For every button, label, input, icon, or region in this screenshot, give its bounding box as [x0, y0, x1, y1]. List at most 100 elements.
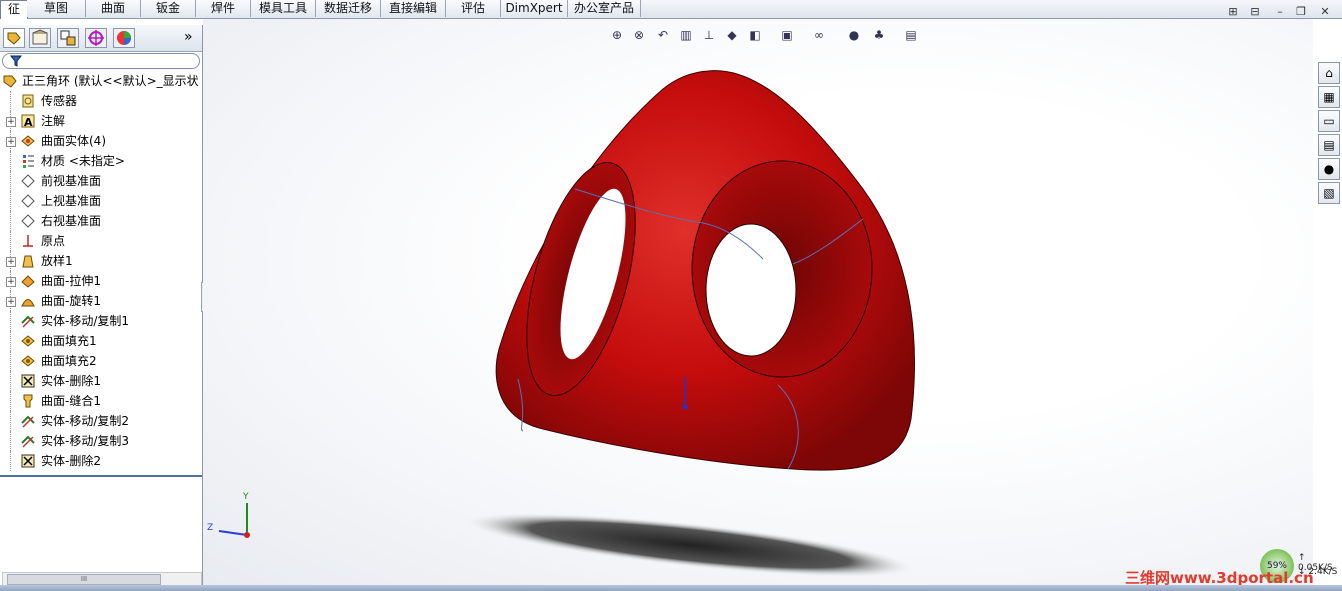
- tree-item-label: 上视基准面: [41, 194, 102, 208]
- tree-item-label: 注解: [41, 114, 66, 128]
- tree-guide-line: [10, 351, 12, 371]
- tile-icon[interactable]: ⊞: [1226, 6, 1240, 18]
- tab-features[interactable]: 征: [0, 0, 28, 19]
- svg-text:A: A: [24, 116, 33, 129]
- tree-expand-icon[interactable]: +: [6, 277, 16, 287]
- tile-vertical-icon[interactable]: ⊟: [1248, 6, 1262, 18]
- view-palette-icon[interactable]: ▤: [1318, 134, 1340, 156]
- file-explorer-icon[interactable]: ▭: [1318, 110, 1340, 132]
- graphics-area[interactable]: ⊕ ⊗ ↶ ▥ ⊥ ◆ ◧ ▣ ∞ ● ♣ ▤ Y Z 59%: [203, 19, 1313, 585]
- tree-item[interactable]: 前视基准面: [0, 171, 200, 191]
- plane-icon: [21, 214, 35, 228]
- feature-manager-panel: » 正三角环 (默认<<默认>_显示状 传感器 + A 注解 + 曲面实体(4) 材质 <未…: [0, 25, 203, 586]
- tree-item[interactable]: 实体-移动/复制3: [0, 431, 200, 451]
- tree-item-label: 曲面填充1: [41, 334, 97, 348]
- panel-expand-icon[interactable]: »: [184, 29, 193, 45]
- annotation-icon: A: [21, 114, 35, 129]
- tab-sheet-metal[interactable]: 钣金: [141, 0, 196, 17]
- tree-item-label: 曲面-拉伸1: [41, 274, 101, 288]
- restore-icon[interactable]: ❐: [1294, 6, 1308, 18]
- tree-item[interactable]: 实体-移动/复制1: [0, 311, 200, 331]
- appearances-icon[interactable]: ●: [1318, 158, 1340, 180]
- tree-item[interactable]: 传感器: [0, 91, 200, 111]
- scrollbar-thumb[interactable]: III: [7, 574, 161, 585]
- feature-filter-input[interactable]: [2, 53, 200, 69]
- surface-revolve-icon: [21, 299, 35, 307]
- tab-weldments[interactable]: 焊件: [196, 0, 251, 17]
- triad-y-label: Y: [243, 492, 249, 502]
- property-manager-tab[interactable]: [29, 28, 51, 48]
- tree-item[interactable]: + 曲面实体(4): [0, 131, 200, 151]
- tab-direct-editing[interactable]: 直接编辑: [381, 0, 446, 17]
- tree-expand-icon[interactable]: +: [6, 257, 16, 267]
- tab-mold-tools[interactable]: 模具工具: [251, 0, 316, 17]
- tree-guide-line: [10, 171, 12, 191]
- tree-item[interactable]: 原点: [0, 231, 200, 251]
- tree-expand-icon[interactable]: +: [6, 297, 16, 307]
- display-manager-tab[interactable]: [113, 28, 135, 48]
- tab-data-migration[interactable]: 数据迁移: [316, 0, 381, 17]
- tab-dimxpert[interactable]: DimXpert: [501, 0, 568, 17]
- tree-item-label: 曲面-旋转1: [41, 294, 101, 308]
- custom-properties-icon[interactable]: ▧: [1318, 182, 1340, 204]
- move-copy-icon: [21, 415, 35, 428]
- delete-body-icon: [21, 374, 35, 388]
- tree-item[interactable]: + 曲面-旋转1: [0, 291, 200, 311]
- surface-fill-icon: [21, 335, 35, 347]
- tree-guide-line: [10, 211, 12, 231]
- tree-item[interactable]: 曲面填充2: [0, 351, 200, 371]
- dimxpert-manager-tab[interactable]: [85, 28, 107, 48]
- tree-expand-icon[interactable]: +: [6, 137, 16, 147]
- tree-item-label: 实体-移动/复制1: [41, 314, 130, 328]
- tab-evaluate[interactable]: 评估: [446, 0, 501, 17]
- tree-guide-line: [10, 191, 12, 211]
- origin-icon: [23, 235, 33, 247]
- tree-guide-line: [10, 371, 12, 391]
- tree-guide-line: [10, 391, 12, 411]
- display-manager-icon: [117, 31, 131, 45]
- tab-office-products[interactable]: 办公室产品: [568, 0, 641, 17]
- design-library-icon[interactable]: ▦: [1318, 86, 1340, 108]
- surface-extrude-icon: [21, 275, 35, 288]
- task-pane-bar: ⌂ ▦ ▭ ▤ ● ▧: [1316, 58, 1342, 208]
- delete-body-icon: [21, 454, 35, 468]
- configuration-manager-tab[interactable]: [57, 28, 79, 48]
- triangular-ring-model[interactable]: [495, 70, 915, 471]
- tree-item[interactable]: + 曲面-拉伸1: [0, 271, 200, 291]
- minimize-icon[interactable]: –: [1273, 6, 1287, 18]
- tree-item[interactable]: 实体-删除1: [0, 371, 200, 391]
- close-icon[interactable]: ✕: [1318, 6, 1332, 18]
- tree-item[interactable]: 实体-移动/复制2: [0, 411, 200, 431]
- loft-icon: [22, 255, 34, 268]
- configuration-manager-icon: [60, 30, 76, 46]
- tree-item-label: 原点: [41, 234, 66, 248]
- tree-item-label: 曲面实体(4): [41, 134, 106, 148]
- tree-item[interactable]: 曲面填充1: [0, 331, 200, 351]
- home-icon[interactable]: ⌂: [1318, 62, 1340, 84]
- surface-fill-icon: [21, 355, 35, 367]
- tree-guide-line: [10, 331, 12, 351]
- tree-item[interactable]: 曲面-缝合1: [0, 391, 200, 411]
- tree-item-label: 曲面-缝合1: [41, 394, 101, 408]
- tree-item-label: 实体-移动/复制2: [41, 414, 130, 428]
- horizontal-scrollbar[interactable]: III: [2, 572, 202, 586]
- tree-expand-icon[interactable]: +: [6, 117, 16, 127]
- triad-z-label: Z: [207, 523, 214, 533]
- feature-manager-tab[interactable]: [3, 28, 25, 48]
- tab-surfaces[interactable]: 曲面: [86, 0, 141, 17]
- tree-guide-line: [10, 411, 12, 431]
- model-shadow: [461, 512, 919, 578]
- tree-item[interactable]: + 放样1: [0, 251, 200, 271]
- tree-item[interactable]: 上视基准面: [0, 191, 200, 211]
- tab-sketch[interactable]: 草图: [27, 0, 86, 17]
- material-icon: [23, 155, 34, 168]
- model-view: [461, 70, 919, 578]
- tree-item[interactable]: 材质 <未指定>: [0, 151, 200, 171]
- tree-item[interactable]: 右视基准面: [0, 211, 200, 231]
- tree-item[interactable]: + A 注解: [0, 111, 200, 131]
- tree-guide-line: [10, 231, 12, 251]
- feature-manager-icon: [7, 32, 21, 45]
- tree-item[interactable]: 实体-删除2: [0, 451, 200, 471]
- panel-tabs: »: [0, 25, 202, 52]
- tree-guide-line: [10, 451, 12, 471]
